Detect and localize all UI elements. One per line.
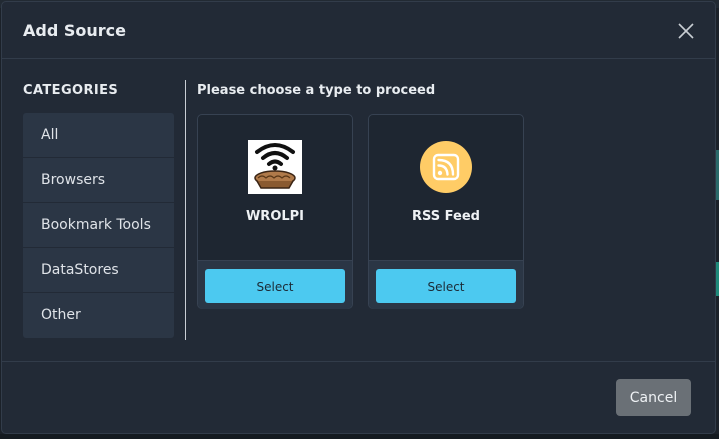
choose-type-prompt: Please choose a type to proceed — [197, 83, 436, 98]
dialog-title: Add Source — [23, 21, 126, 40]
source-card-rss-feed: RSS Feed Select — [368, 114, 524, 309]
category-item-all[interactable]: All — [23, 113, 174, 158]
category-list: All Browsers Bookmark Tools DataStores O… — [23, 113, 174, 338]
categories-heading: CATEGORIES — [23, 83, 119, 98]
close-icon[interactable] — [676, 21, 696, 41]
select-wrolpi-button[interactable]: Select — [205, 269, 345, 303]
card-footer: Select — [369, 260, 523, 309]
background-bottom — [0, 434, 719, 439]
source-card-wrolpi: WROLPI Select — [197, 114, 353, 309]
category-item-other[interactable]: Other — [23, 293, 174, 338]
dialog-header: Add Source — [2, 2, 715, 59]
category-item-bookmark-tools[interactable]: Bookmark Tools — [23, 203, 174, 248]
vertical-divider — [185, 80, 186, 340]
select-rss-feed-button[interactable]: Select — [376, 269, 516, 303]
category-item-datastores[interactable]: DataStores — [23, 248, 174, 293]
card-title: RSS Feed — [412, 209, 480, 224]
category-item-browsers[interactable]: Browsers — [23, 158, 174, 203]
card-footer: Select — [198, 260, 352, 309]
add-source-dialog: Add Source CATEGORIES All Browsers Bookm… — [1, 1, 716, 434]
footer-divider — [2, 361, 715, 362]
rss-feed-icon — [419, 140, 473, 194]
card-title: WROLPI — [245, 209, 305, 224]
wifi-pie-logo-icon — [248, 140, 302, 194]
cancel-button[interactable]: Cancel — [616, 379, 691, 416]
